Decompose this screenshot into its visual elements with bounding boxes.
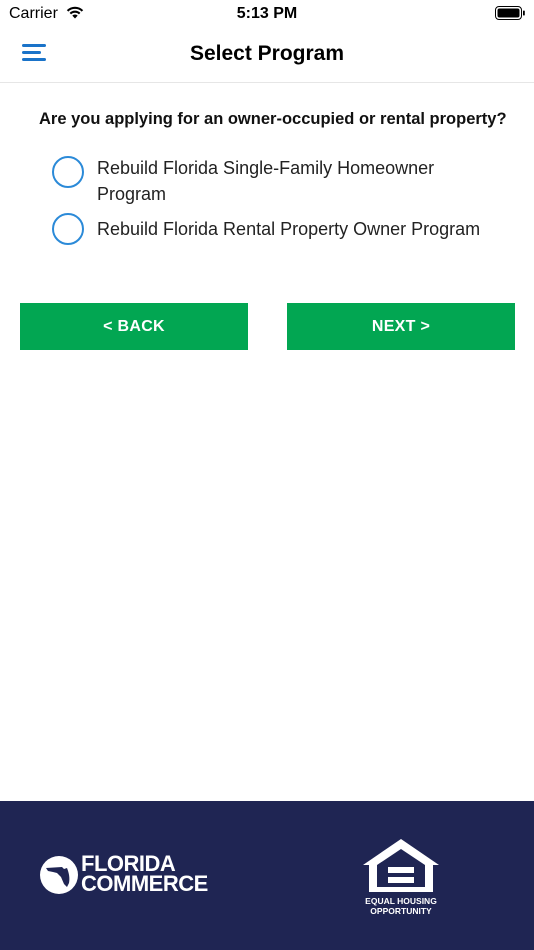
back-button[interactable]: < BACK: [20, 303, 248, 350]
equal-housing-text-line1: EQUAL HOUSING: [365, 896, 437, 906]
radio-button-circle[interactable]: [52, 213, 84, 245]
florida-commerce-logo: FLORIDA COMMERCE: [40, 853, 230, 897]
clock: 5:13 PM: [236, 5, 298, 22]
florida-logo-text-line2: COMMERCE: [81, 871, 208, 896]
radio-button-circle[interactable]: [52, 156, 84, 188]
footer: FLORIDA COMMERCE EQUAL HOUSING OPPORTUNI…: [0, 801, 534, 950]
radio-option-label: Rebuild Florida Rental Property Owner Pr…: [97, 219, 481, 239]
program-question: Are you applying for an owner-occupied o…: [39, 110, 507, 128]
equal-housing-text-line2: OPPORTUNITY: [370, 906, 432, 916]
page-title: Select Program: [189, 42, 345, 65]
florida-state-icon: [46, 867, 70, 887]
status-bar: Carrier 5:13 PM: [0, 0, 534, 28]
radio-option-rental[interactable]: Rebuild Florida Rental Property Owner Pr…: [52, 213, 497, 245]
next-button[interactable]: NEXT >: [287, 303, 515, 350]
battery-icon: [495, 6, 525, 20]
radio-option-label: Rebuild Florida Single-Family Homeowner …: [97, 158, 435, 204]
florida-logo-circle: [40, 856, 78, 894]
radio-option-single-family[interactable]: Rebuild Florida Single-Family Homeowner …: [52, 156, 497, 207]
nav-bar: Select Program: [0, 28, 534, 83]
